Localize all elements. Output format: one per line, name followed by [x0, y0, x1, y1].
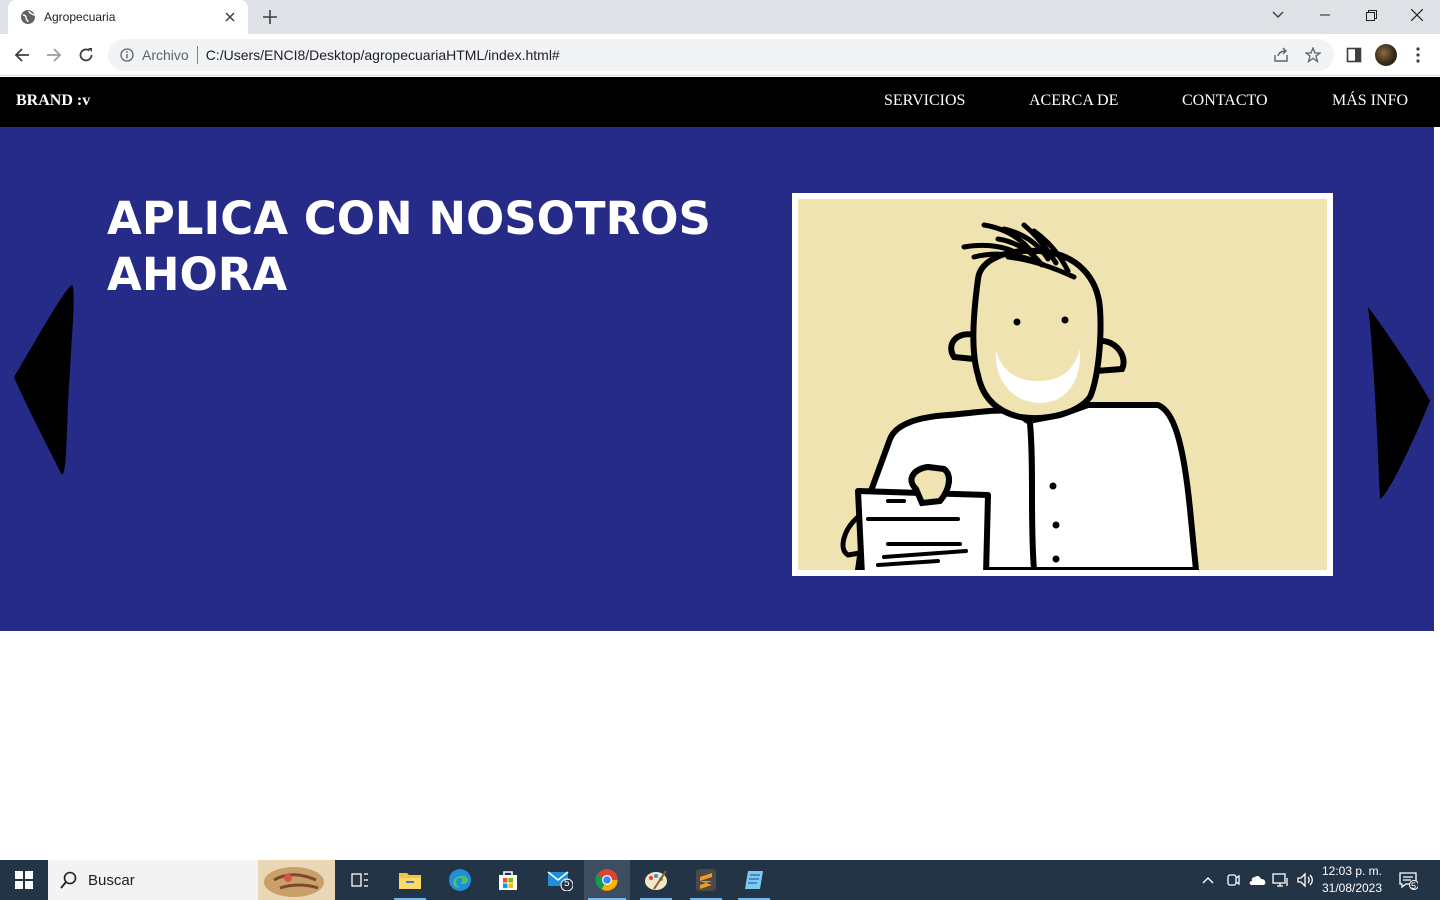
notification-badge: 5 [1411, 881, 1417, 891]
search-icon [60, 871, 77, 889]
hero-carousel: APLICA CON NOSOTROS AHORA [0, 127, 1434, 631]
browser-tabstrip: Agropecuaria [0, 0, 1440, 34]
restore-icon[interactable] [1348, 0, 1394, 30]
windows-start-icon[interactable] [0, 860, 48, 900]
address-divider [196, 46, 198, 64]
globe-icon [20, 9, 36, 25]
share-icon[interactable] [1272, 46, 1290, 64]
carousel-next-arrow-icon[interactable] [1362, 305, 1434, 503]
brand-link[interactable]: BRAND :v [16, 92, 90, 110]
notepad-icon[interactable] [734, 860, 774, 900]
windows-taskbar: Buscar 5 12:03 p. m. 31/08/2023 5 [0, 860, 1440, 900]
bookmark-star-icon[interactable] [1304, 46, 1322, 64]
nav-link-servicios[interactable]: SERVICIOS [884, 92, 965, 110]
taskbar-clock[interactable]: 12:03 p. m. 31/08/2023 [1316, 863, 1388, 897]
file-explorer-icon[interactable] [390, 860, 430, 900]
clock-time: 12:03 p. m. [1321, 864, 1383, 878]
taskbar-search-placeholder: Buscar [88, 871, 135, 889]
site-navbar: BRAND :v SERVICIOS ACERCA DE CONTACTO MÁ… [0, 77, 1440, 127]
tab-title: Agropecuaria [44, 10, 116, 24]
taskbar-search-box[interactable]: Buscar [48, 860, 335, 900]
network-icon[interactable] [1270, 860, 1292, 900]
notification-center-icon[interactable]: 5 [1394, 860, 1422, 900]
clock-date: 31/08/2023 [1321, 881, 1383, 895]
task-view-icon[interactable] [340, 860, 380, 900]
edge-browser-icon[interactable] [440, 860, 480, 900]
nav-link-acerca-de[interactable]: ACERCA DE [1029, 92, 1118, 110]
reload-icon[interactable] [74, 43, 98, 67]
profile-avatar[interactable] [1375, 44, 1397, 66]
chevron-up-icon[interactable] [1198, 860, 1218, 900]
carousel-prev-arrow-icon[interactable] [10, 281, 78, 477]
mail-badge: 5 [564, 878, 570, 889]
info-icon[interactable] [120, 48, 134, 62]
mail-icon[interactable]: 5 [538, 860, 582, 900]
back-arrow-icon[interactable] [10, 43, 34, 67]
close-tab-icon[interactable] [222, 9, 238, 25]
browser-tab[interactable]: Agropecuaria [8, 0, 248, 34]
search-highlight-image [258, 860, 335, 900]
scheme-label: Archivo [142, 47, 189, 63]
browser-toolbar: Archivo C:/Users/ENCI8/Desktop/agropecua… [0, 34, 1440, 76]
meet-now-icon[interactable] [1222, 860, 1244, 900]
new-tab-button[interactable] [260, 7, 280, 27]
minimize-icon[interactable] [1302, 0, 1348, 30]
close-window-icon[interactable] [1394, 0, 1440, 30]
side-panel-icon[interactable] [1343, 44, 1365, 66]
chrome-icon[interactable] [584, 860, 630, 900]
onedrive-icon[interactable] [1246, 860, 1268, 900]
hero-title: APLICA CON NOSOTROS AHORA [107, 192, 711, 301]
hero-illustration [792, 193, 1333, 576]
tab-search-icon[interactable] [1255, 0, 1301, 30]
nav-link-contacto[interactable]: CONTACTO [1182, 92, 1268, 110]
microsoft-store-icon[interactable] [488, 860, 528, 900]
nav-link-mas-info[interactable]: MÁS INFO [1332, 92, 1408, 110]
sublime-text-icon[interactable] [686, 860, 726, 900]
forward-arrow-icon[interactable] [42, 43, 66, 67]
url-text[interactable]: C:/Users/ENCI8/Desktop/agropecuariaHTML/… [206, 47, 560, 63]
paint-icon[interactable] [636, 860, 676, 900]
address-bar[interactable]: Archivo C:/Users/ENCI8/Desktop/agropecua… [108, 39, 1334, 71]
menu-kebab-icon[interactable] [1407, 44, 1429, 66]
volume-icon[interactable] [1294, 860, 1316, 900]
applicant-drawing [798, 199, 1327, 570]
